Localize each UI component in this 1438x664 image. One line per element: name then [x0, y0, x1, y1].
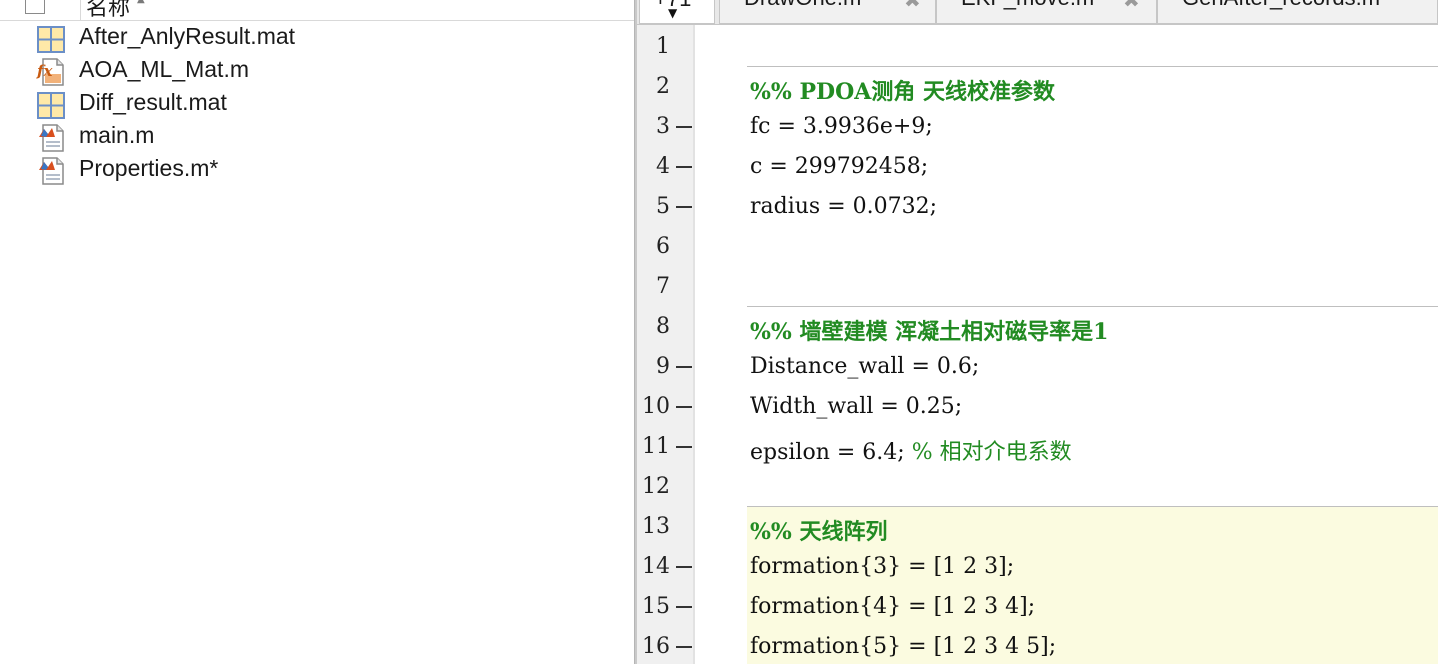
- line-number: 9: [656, 354, 670, 379]
- code-line[interactable]: 9 Distance_wall = 0.6;: [637, 346, 1438, 386]
- code-text[interactable]: epsilon = 6.4; % 相对介电系数: [750, 434, 1072, 466]
- code-line[interactable]: 6: [637, 226, 1438, 266]
- script-file-icon: [39, 157, 64, 185]
- code-text[interactable]: formation{4} = [1 2 3 4];: [750, 594, 1035, 619]
- executable-line-marker[interactable]: [676, 406, 692, 408]
- code-line[interactable]: 1: [637, 26, 1438, 66]
- line-number: 15: [642, 594, 670, 619]
- function-file-icon: fx: [36, 58, 64, 86]
- executable-line-marker[interactable]: [676, 606, 692, 608]
- code-text[interactable]: formation{5} = [1 2 3 4 5];: [750, 634, 1056, 659]
- file-browser: 名称 ▲ After_AnlyResult.mat fx AOA_ML_Mat.…: [0, 0, 634, 664]
- executable-line-marker[interactable]: [676, 126, 692, 128]
- dropdown-arrow-icon: ▼: [668, 6, 678, 20]
- code-text[interactable]: fc = 3.9936e+9;: [750, 114, 933, 139]
- header-separator: [80, 0, 81, 20]
- file-row[interactable]: Properties.m*: [0, 154, 634, 187]
- executable-line-marker[interactable]: [676, 166, 692, 168]
- code-text[interactable]: Distance_wall = 0.6;: [750, 354, 979, 379]
- line-number: 10: [642, 394, 670, 419]
- tab-label: GenAfter_records.m: [1182, 0, 1380, 11]
- code-line[interactable]: 10 Width_wall = 0.25;: [637, 386, 1438, 426]
- code-line[interactable]: 11 epsilon = 6.4; % 相对介电系数: [637, 426, 1438, 466]
- code-line[interactable]: 5 radius = 0.0732;: [637, 186, 1438, 226]
- line-number: 8: [656, 314, 670, 339]
- file-row[interactable]: fx AOA_ML_Mat.m: [0, 55, 634, 88]
- tab-drawone[interactable]: DrawOne.m ✖: [719, 0, 936, 24]
- section-comment[interactable]: %% 天线阵列: [750, 514, 887, 546]
- code-line[interactable]: 14 formation{3} = [1 2 3];: [637, 546, 1438, 586]
- line-number: 5: [656, 194, 670, 219]
- file-row[interactable]: Diff_result.mat: [0, 88, 634, 121]
- file-row[interactable]: After_AnlyResult.mat: [0, 22, 634, 55]
- code-line[interactable]: 4 c = 299792458;: [637, 146, 1438, 186]
- executable-line-marker[interactable]: [676, 446, 692, 448]
- select-all-checkbox[interactable]: [25, 0, 45, 14]
- file-name: After_AnlyResult.mat: [79, 23, 296, 49]
- line-number: 3: [656, 114, 670, 139]
- script-file-icon: [39, 124, 64, 152]
- editor-tab-bar: +71 ▼ DrawOne.m ✖ EKF_move.m ✖ GenAfter_…: [637, 0, 1438, 25]
- mat-file-icon: [37, 26, 65, 53]
- mat-file-icon: [37, 92, 65, 119]
- section-comment[interactable]: %% 墙壁建模 浑凝土相对磁导率是1: [750, 314, 1108, 346]
- line-number: 4: [656, 154, 670, 179]
- tab-label: DrawOne.m: [744, 0, 861, 11]
- line-number: 2: [656, 74, 670, 99]
- code-line[interactable]: 3 fc = 3.9936e+9;: [637, 106, 1438, 146]
- file-name: Properties.m*: [79, 155, 219, 181]
- file-name: AOA_ML_Mat.m: [79, 56, 249, 82]
- file-name: Diff_result.mat: [79, 89, 227, 115]
- line-number: 11: [642, 434, 670, 459]
- line-number: 16: [642, 634, 670, 659]
- file-name: main.m: [79, 122, 155, 148]
- executable-line-marker[interactable]: [676, 206, 692, 208]
- svg-text:fx: fx: [36, 62, 53, 80]
- code-line[interactable]: 8 %% 墙壁建模 浑凝土相对磁导率是1: [637, 306, 1438, 346]
- executable-line-marker[interactable]: [676, 566, 692, 568]
- code-line[interactable]: 13 %% 天线阵列: [637, 506, 1438, 546]
- code-editor: +71 ▼ DrawOne.m ✖ EKF_move.m ✖ GenAfter_…: [637, 0, 1438, 664]
- file-row[interactable]: main.m: [0, 121, 634, 154]
- line-number: 7: [656, 274, 670, 299]
- code-line[interactable]: 15 formation{4} = [1 2 3 4];: [637, 586, 1438, 626]
- code-line[interactable]: 16 formation{5} = [1 2 3 4 5];: [637, 626, 1438, 664]
- code-text[interactable]: formation{3} = [1 2 3];: [750, 554, 1014, 579]
- code-line[interactable]: 2 %% PDOA测角 天线校准参数: [637, 66, 1438, 106]
- close-icon[interactable]: ✖: [1123, 0, 1140, 12]
- tab-overflow-menu[interactable]: +71 ▼: [639, 0, 715, 24]
- line-number: 12: [642, 474, 670, 499]
- inline-comment: % 相对介电系数: [911, 440, 1072, 465]
- line-number: 6: [656, 234, 670, 259]
- code-line[interactable]: 7: [637, 266, 1438, 306]
- tab-ekf-move[interactable]: EKF_move.m ✖: [936, 0, 1157, 24]
- tab-label: EKF_move.m: [961, 0, 1094, 11]
- executable-line-marker[interactable]: [676, 646, 692, 648]
- file-list-header: 名称 ▲: [0, 0, 634, 21]
- sort-ascending-icon: ▲: [137, 0, 145, 5]
- line-number: 14: [642, 554, 670, 579]
- code-text[interactable]: Width_wall = 0.25;: [750, 394, 962, 419]
- name-column-header[interactable]: 名称: [86, 0, 130, 22]
- section-comment[interactable]: %% PDOA测角 天线校准参数: [750, 74, 1055, 106]
- code-text[interactable]: c = 299792458;: [750, 154, 928, 179]
- line-number: 1: [656, 34, 670, 59]
- code-line[interactable]: 12: [637, 466, 1438, 506]
- code-statement: epsilon = 6.4;: [750, 440, 912, 465]
- line-number: 13: [642, 514, 670, 539]
- code-text[interactable]: radius = 0.0732;: [750, 194, 937, 219]
- close-icon[interactable]: ✖: [904, 0, 921, 12]
- tab-genafter-records[interactable]: GenAfter_records.m: [1157, 0, 1438, 24]
- executable-line-marker[interactable]: [676, 366, 692, 368]
